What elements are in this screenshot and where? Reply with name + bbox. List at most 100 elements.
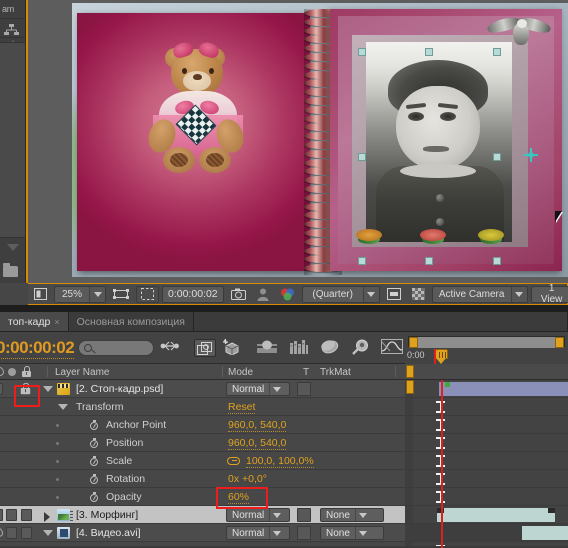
- chevron-down-icon: [358, 530, 367, 536]
- timeline-ruler[interactable]: 0:00: [405, 332, 568, 364]
- resolution-dropdown-arrow[interactable]: [362, 286, 379, 302]
- scroll-down-button[interactable]: [0, 240, 25, 256]
- flowchart-icon[interactable]: [0, 19, 25, 38]
- mode-dropdown-arrow[interactable]: [269, 527, 284, 539]
- selection-handle-ml[interactable]: [358, 153, 366, 161]
- always-preview-icon[interactable]: [30, 286, 51, 303]
- motion-blur-icon[interactable]: [256, 339, 277, 357]
- tab-label: топ-кадр: [8, 315, 51, 328]
- zoom-select[interactable]: 25%: [54, 285, 106, 303]
- view-layout-select[interactable]: 1 View: [530, 283, 568, 305]
- camera-view-select[interactable]: Active Camera: [431, 285, 528, 303]
- work-area-bar[interactable]: [408, 336, 565, 348]
- timeline-current-time[interactable]: 0:00:00:02: [0, 338, 75, 359]
- property-value-position[interactable]: 960,0, 540,0: [228, 437, 287, 450]
- mode-dropdown-arrow[interactable]: [269, 383, 284, 395]
- frame-blending-icon[interactable]: [289, 339, 309, 357]
- video-toggle-layer-3[interactable]: [0, 509, 3, 521]
- show-snapshot-icon[interactable]: [253, 286, 273, 303]
- composition-mini-flowchart-icon[interactable]: [160, 339, 180, 357]
- channel-rgb-icon[interactable]: [276, 286, 299, 303]
- tab-stop-kadr[interactable]: топ-кадр ×: [0, 312, 69, 331]
- constrain-proportions-link-icon[interactable]: [227, 457, 240, 465]
- timeline-track-area[interactable]: [405, 380, 568, 548]
- layer-bar-2[interactable]: [439, 382, 568, 396]
- mode-dropdown-arrow[interactable]: [269, 509, 284, 521]
- trkmat-select-layer-3[interactable]: None: [320, 508, 384, 522]
- mode-select-layer-2[interactable]: Normal: [226, 382, 290, 396]
- stopwatch-icon-opacity[interactable]: [89, 492, 99, 503]
- property-label: Anchor Point: [106, 419, 167, 431]
- trkmat-dropdown-arrow[interactable]: [354, 509, 370, 521]
- left-panel-scroll-area[interactable]: [0, 42, 25, 238]
- audio-toggle-layer-3[interactable]: [6, 509, 17, 521]
- toggle-pixel-aspect-icon[interactable]: [383, 286, 405, 303]
- track-row-layer-4[interactable]: [405, 524, 568, 542]
- close-icon[interactable]: ×: [54, 317, 59, 327]
- track-row-layer-3[interactable]: [405, 506, 568, 524]
- expand-layer-4-triangle-icon[interactable]: [43, 530, 53, 536]
- camera-dropdown-arrow[interactable]: [510, 286, 527, 302]
- expand-transform-triangle-icon[interactable]: [58, 404, 68, 410]
- selection-handle-br[interactable]: [493, 257, 501, 265]
- lock-toggle-layer-3[interactable]: [21, 509, 32, 521]
- trkmat-select-layer-4[interactable]: None: [320, 526, 384, 540]
- mode-select-layer-3[interactable]: Normal: [226, 508, 290, 522]
- auto-keyframe-icon[interactable]: [351, 339, 371, 357]
- current-time-display[interactable]: 0:00:00:02: [162, 285, 224, 303]
- zoom-dropdown-arrow[interactable]: [89, 286, 105, 302]
- snapshot-camera-icon[interactable]: [227, 286, 250, 303]
- search-input[interactable]: [78, 340, 154, 356]
- mask-visibility-icon[interactable]: [136, 285, 159, 303]
- preserve-transparency-layer-4[interactable]: [297, 526, 311, 540]
- expand-layer-2-triangle-icon[interactable]: [43, 386, 53, 392]
- mode-select-layer-4[interactable]: Normal: [226, 526, 290, 540]
- selection-handle-bc[interactable]: [425, 257, 433, 265]
- composition-viewer[interactable]: [28, 0, 568, 283]
- selection-handle-tr[interactable]: [493, 48, 501, 56]
- track-row-position: [405, 434, 568, 452]
- layer-bar-3[interactable]: [437, 508, 555, 522]
- current-time-indicator-head[interactable]: [435, 349, 448, 364]
- selection-handle-bl[interactable]: [358, 257, 366, 265]
- transparency-grid-icon[interactable]: [408, 286, 429, 303]
- lock-toggle-icon: [22, 366, 31, 377]
- new-folder-button[interactable]: [0, 258, 25, 283]
- graph-editor-icon[interactable]: [381, 339, 405, 357]
- expand-layer-3-triangle-icon[interactable]: [44, 512, 50, 522]
- region-of-interest-icon[interactable]: [109, 286, 133, 303]
- trkmat-dropdown-arrow[interactable]: [354, 527, 370, 539]
- anchor-point-marker[interactable]: [524, 148, 538, 162]
- stopwatch-icon-anchor-point[interactable]: [89, 420, 99, 431]
- transform-reset-link[interactable]: Reset: [228, 401, 256, 414]
- brainstorm-icon[interactable]: [320, 339, 340, 357]
- layer-bar-4[interactable]: [522, 526, 568, 540]
- property-value-anchor-point[interactable]: 960,0, 540,0: [228, 419, 287, 432]
- resolution-select[interactable]: (Quarter): [301, 285, 380, 303]
- video-toggle-layer-4[interactable]: [0, 528, 3, 537]
- track-row-layer-2[interactable]: [405, 380, 568, 398]
- stopwatch-icon-scale[interactable]: [89, 456, 99, 467]
- hide-shy-layers-icon[interactable]: [222, 339, 242, 357]
- property-value-scale[interactable]: 100,0, 100,0%: [246, 455, 314, 468]
- stopwatch-icon-rotation[interactable]: [89, 474, 99, 485]
- work-area-marker[interactable]: [406, 365, 414, 378]
- lock-toggle-layer-4[interactable]: [21, 527, 32, 539]
- stopwatch-icon-position[interactable]: [89, 438, 99, 449]
- composition-canvas[interactable]: [72, 3, 568, 277]
- selection-handle-tl[interactable]: [358, 48, 366, 56]
- property-value-rotation[interactable]: 0x +0,0°: [228, 473, 267, 485]
- chevron-down-icon: [358, 512, 367, 518]
- work-area-end-handle[interactable]: [555, 337, 564, 348]
- avi-layer-icon: [57, 527, 70, 539]
- draft-3d-icon[interactable]: [194, 339, 216, 357]
- layer-columns-header: Layer Name Mode T TrkMat: [0, 364, 568, 380]
- audio-toggle-layer-4[interactable]: [6, 527, 17, 539]
- selection-handle-tc[interactable]: [425, 48, 433, 56]
- work-area-start-handle[interactable]: [409, 337, 418, 348]
- preserve-transparency-layer-3[interactable]: [297, 508, 311, 522]
- tab-main-composition[interactable]: Основная композиция: [68, 312, 194, 331]
- video-toggle-layer-2[interactable]: [0, 383, 3, 395]
- preserve-transparency-layer-2[interactable]: [297, 382, 311, 396]
- selection-handle-mr[interactable]: [493, 153, 501, 161]
